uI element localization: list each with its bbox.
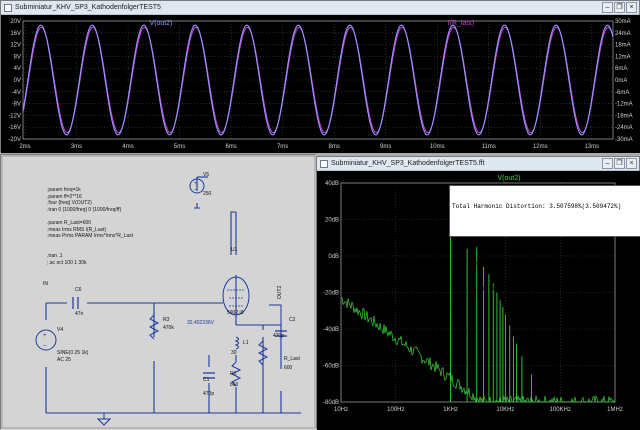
schematic-window: + – + – .param freq=1k .param ff=2**16 .… [0,154,317,430]
spice-directives[interactable]: .param freq=1k .param ff=2**16 .four {fr… [47,187,133,266]
svg-text:+: + [43,333,47,339]
label-u1: U1 [231,247,238,253]
waveform-window-title: Subminiatur_KHV_SP3_KathodenfolgerTEST5 [15,4,161,11]
label-v4: V4 [57,327,64,333]
label-v4-value-ac: AC 25 [57,357,71,363]
fft-titlebar[interactable]: Subminiatur_KHV_SP3_KathodenfolgerTEST5.… [317,157,639,171]
fft-x-tick: 1KHz [443,407,458,413]
wf-x-tick: 11ms [482,144,496,150]
wf-right-tick: 18mA [615,43,631,49]
wf-left-tick: 20V [10,19,21,25]
measurement-box[interactable]: Total Harmonic Distortion: 3.507598%(3.5… [449,185,640,292]
wf-right-tick: 24mA [615,31,631,37]
label-c6-value: 47n [75,311,84,317]
wf-right-tick: 0mA [615,78,627,84]
label-c1-value: 470p [203,391,215,397]
label-r1-value: 860 [230,382,239,388]
label-out2: OUT2 [277,285,283,299]
close-button[interactable]: × [626,158,637,169]
wf-right-tick: -12mA [615,102,633,108]
restore-button[interactable]: ❐ [614,2,625,13]
wf-left-tick: 0V [14,78,21,84]
waveform-titlebar[interactable]: Subminiatur_KHV_SP3_KathodenfolgerTEST5 … [1,1,639,15]
fft-window: Subminiatur_KHV_SP3_KathodenfolgerTEST5.… [316,156,640,430]
fft-x-tick: 100KHz [550,407,571,413]
label-v4-value-sine: SINE(0 25 1k) [57,350,89,356]
wf-left-tick: 4V [14,66,21,72]
wf-left-tick: -4V [12,90,21,96]
wf-x-tick: 8ms [328,144,339,150]
thd-text: Total Harmonic Distortion: 3.507598%(3.5… [452,203,622,210]
label-v5: V5 [203,172,210,178]
label-r1: R1 [230,371,237,377]
waveform-window: Subminiatur_KHV_SP3_KathodenfolgerTEST5 … [0,0,640,153]
legend-v-out2[interactable]: V(out2) [150,20,173,27]
label-r3-value: 470k [163,325,174,331]
fft-y-tick: -60dB [323,364,339,370]
label-c2: C2 [289,317,296,323]
label-l1: L1 [243,340,249,346]
wf-x-tick: 3ms [71,144,82,150]
waveform-plot[interactable]: 20V 30mA 16V 24mA 12V 18mA 8V 12mA 4V 6mA 0V 0mA -4V… [1,15,640,153]
wf-right-tick: -18mA [615,113,633,119]
wf-x-tick: 5ms [174,144,185,150]
label-c1: C1 [203,377,210,383]
wf-right-tick: 6mA [615,66,627,72]
wf-right-tick: -6mA [615,90,629,96]
wf-right-tick: -30mA [615,137,633,143]
wf-right-tick: -24mA [615,125,633,131]
wf-x-tick: 12ms [533,144,548,150]
wf-left-tick: 8V [14,54,21,60]
fft-x-tick: 1MHz [607,407,623,413]
label-r-last: R_Last [284,356,300,362]
wf-x-tick: 7ms [277,144,288,150]
label-l1-value: 30 [231,350,237,356]
irms-text: irms: RMS(i(r_last))=0.0179008 FROM 0 TO… [452,261,611,268]
wf-x-tick: 13ms [584,144,599,150]
wf-x-tick: 2ms [19,144,30,150]
wf-right-tick: 30mA [615,19,631,25]
wf-left-tick: 12V [10,43,21,49]
wf-x-tick: 6ms [225,144,236,150]
fft-y-tick: 20dB [325,218,339,224]
fft-window-title: Subminiatur_KHV_SP3_KathodenfolgerTEST5.… [331,160,485,167]
wf-left-tick: -8V [12,102,21,108]
fft-y-tick: -20dB [323,291,339,297]
wf-right-tick: 12mA [615,54,631,60]
label-c6: C6 [75,287,82,293]
wf-left-tick: 16V [10,31,21,37]
fft-y-tick: -80dB [323,400,339,406]
label-in: IN [43,281,48,287]
label-r-last-value: 600 [284,365,293,371]
restore-button[interactable]: ❐ [614,158,625,169]
close-button[interactable]: × [626,2,637,13]
minimize-button[interactable]: – [602,2,613,13]
node-voltage-label[interactable]: 32.402336V [187,320,214,326]
wf-left-tick: -16V [8,125,21,131]
wf-x-tick: 9ms [380,144,391,150]
minimize-button[interactable]: – [602,158,613,169]
fft-legend-v-out2[interactable]: V(out2) [498,175,521,182]
label-u1-value: 5902.i3 [227,310,244,316]
fft-x-tick: 10KHz [496,407,514,413]
plot-window-icon [4,4,12,12]
wf-left-tick: -12V [8,113,21,119]
fft-y-tick: 0dB [328,254,339,260]
plot-window-icon [320,160,328,168]
label-v5-value: 250 [203,191,212,197]
fft-y-tick: -40dB [323,327,339,333]
wf-x-tick: 4ms [122,144,133,150]
fft-x-tick: 100Hz [387,407,404,413]
wf-left-tick: -20V [8,137,21,143]
fft-x-tick: 10Hz [334,407,348,413]
wf-x-tick: 10ms [430,144,445,150]
label-c2-value: 470p [273,333,285,339]
fft-y-tick: 40dB [325,181,339,187]
prms-text: prms: irms*irms*r_last=0.192263 [452,285,564,292]
label-r3: R3 [163,317,170,323]
